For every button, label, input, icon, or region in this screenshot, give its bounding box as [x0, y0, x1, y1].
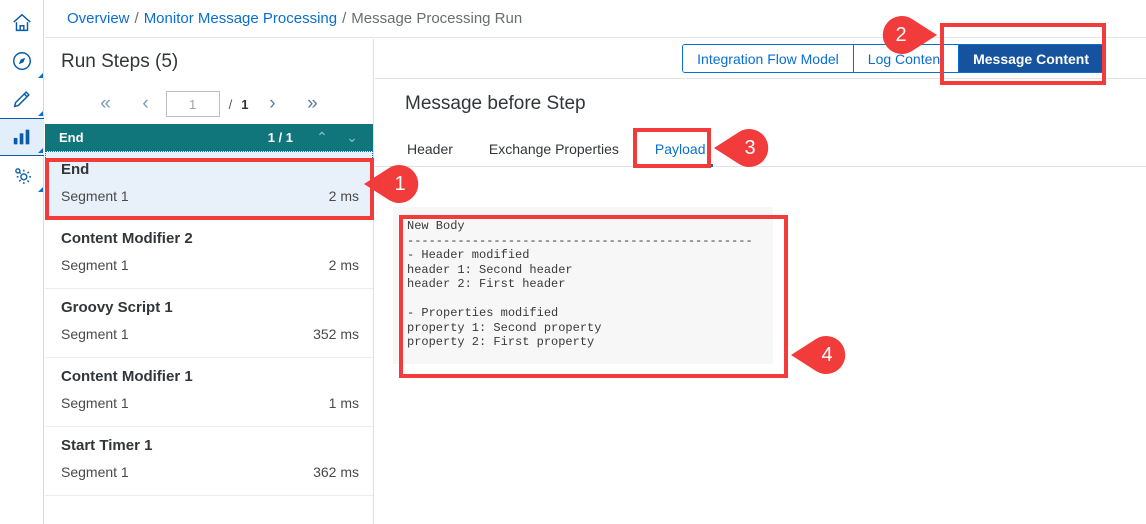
- rail-corner-marker: [38, 73, 43, 78]
- breadcrumb-item-current: Message Processing Run: [351, 10, 523, 27]
- breadcrumb-separator: /: [134, 10, 139, 27]
- run-steps-panel: Run Steps (5) « ‹ / 1 › » End 1 / 1 ⌃ ⌄ …: [45, 39, 374, 524]
- breadcrumb-separator: /: [342, 10, 347, 27]
- rail-item-design[interactable]: [0, 80, 44, 118]
- run-steps-pagination: « ‹ / 1 › »: [45, 84, 373, 124]
- pagination-next-button[interactable]: ›: [252, 88, 292, 120]
- run-step-name: End: [61, 161, 90, 178]
- compass-icon: [11, 50, 33, 72]
- run-step-name: Content Modifier 1: [61, 368, 193, 385]
- rail-corner-marker: [38, 187, 43, 192]
- run-step-segment: Segment 1: [61, 188, 129, 204]
- content-view-segmented-buttons: Integration Flow Model Log Content Messa…: [682, 44, 1104, 73]
- payload-body-text: New Body -------------------------------…: [393, 207, 773, 364]
- rail-corner-marker: [38, 148, 43, 153]
- run-step-duration: 2 ms: [328, 188, 359, 204]
- breadcrumb: Overview / Monitor Message Processing / …: [45, 0, 1146, 38]
- run-step-duration: 352 ms: [313, 326, 359, 342]
- run-step-duration: 362 ms: [313, 464, 359, 480]
- gear-icon: [11, 164, 33, 186]
- tab-payload[interactable]: Payload: [637, 141, 724, 167]
- rail-item-monitor[interactable]: [0, 118, 44, 156]
- run-step-item-end[interactable]: End Segment 1 2 ms: [45, 151, 373, 220]
- group-header-up-icon[interactable]: ⌃: [307, 129, 337, 146]
- run-step-item-start-timer-1[interactable]: Start Timer 1 Segment 1 362 ms: [45, 427, 373, 496]
- run-step-segment: Segment 1: [61, 326, 129, 342]
- rail-item-settings[interactable]: [0, 156, 44, 194]
- tab-integration-flow-model[interactable]: Integration Flow Model: [683, 45, 854, 72]
- group-header-name: End: [59, 130, 84, 145]
- payload-area: New Body -------------------------------…: [375, 167, 1146, 364]
- message-content-panel: Integration Flow Model Log Content Messa…: [375, 39, 1146, 524]
- run-step-item-content-modifier-2[interactable]: Content Modifier 2 Segment 1 2 ms: [45, 220, 373, 289]
- run-step-segment: Segment 1: [61, 395, 129, 411]
- run-steps-list: End Segment 1 2 ms Content Modifier 2 Se…: [45, 151, 373, 496]
- run-step-segment: Segment 1: [61, 464, 129, 480]
- pagination-prev-button[interactable]: ‹: [126, 88, 166, 120]
- pagination-page-input[interactable]: [165, 91, 220, 117]
- pagination-total-pages: 1: [241, 96, 249, 112]
- run-step-duration: 1 ms: [328, 395, 359, 411]
- home-icon: [11, 12, 33, 34]
- pagination-last-button[interactable]: »: [292, 88, 332, 120]
- tab-log-content[interactable]: Log Content: [853, 45, 960, 72]
- run-step-name: Content Modifier 2: [61, 230, 193, 247]
- pencil-icon: [11, 88, 33, 110]
- left-navigation-rail: [0, 0, 44, 524]
- bar-chart-icon: [11, 126, 33, 148]
- group-header-down-icon[interactable]: ⌄: [337, 129, 367, 146]
- rail-corner-marker: [38, 111, 43, 116]
- tab-exchange-properties[interactable]: Exchange Properties: [471, 141, 637, 166]
- run-steps-title: Run Steps (5): [61, 51, 179, 72]
- message-detail-tabs: Header Exchange Properties Payload: [375, 127, 1146, 167]
- rail-item-discover[interactable]: [0, 42, 44, 80]
- tab-header[interactable]: Header: [389, 141, 471, 166]
- run-step-item-groovy-script-1[interactable]: Groovy Script 1 Segment 1 352 ms: [45, 289, 373, 358]
- run-step-segment: Segment 1: [61, 257, 129, 273]
- breadcrumb-item-overview[interactable]: Overview: [67, 10, 130, 27]
- tab-message-content[interactable]: Message Content: [959, 45, 1103, 72]
- rail-item-home[interactable]: [0, 4, 44, 42]
- run-steps-group-header: End 1 / 1 ⌃ ⌄: [45, 124, 373, 151]
- run-step-duration: 2 ms: [328, 257, 359, 273]
- run-step-name: Groovy Script 1: [61, 299, 173, 316]
- group-header-count: 1 / 1: [267, 130, 293, 145]
- breadcrumb-item-monitor-message-processing[interactable]: Monitor Message Processing: [144, 10, 337, 27]
- content-view-toolbar: Integration Flow Model Log Content Messa…: [375, 39, 1146, 79]
- run-step-item-content-modifier-1[interactable]: Content Modifier 1 Segment 1 1 ms: [45, 358, 373, 427]
- run-step-name: Start Timer 1: [61, 437, 153, 454]
- message-section-title: Message before Step: [405, 93, 586, 114]
- pagination-first-button[interactable]: «: [86, 88, 126, 120]
- pagination-separator: /: [228, 96, 233, 112]
